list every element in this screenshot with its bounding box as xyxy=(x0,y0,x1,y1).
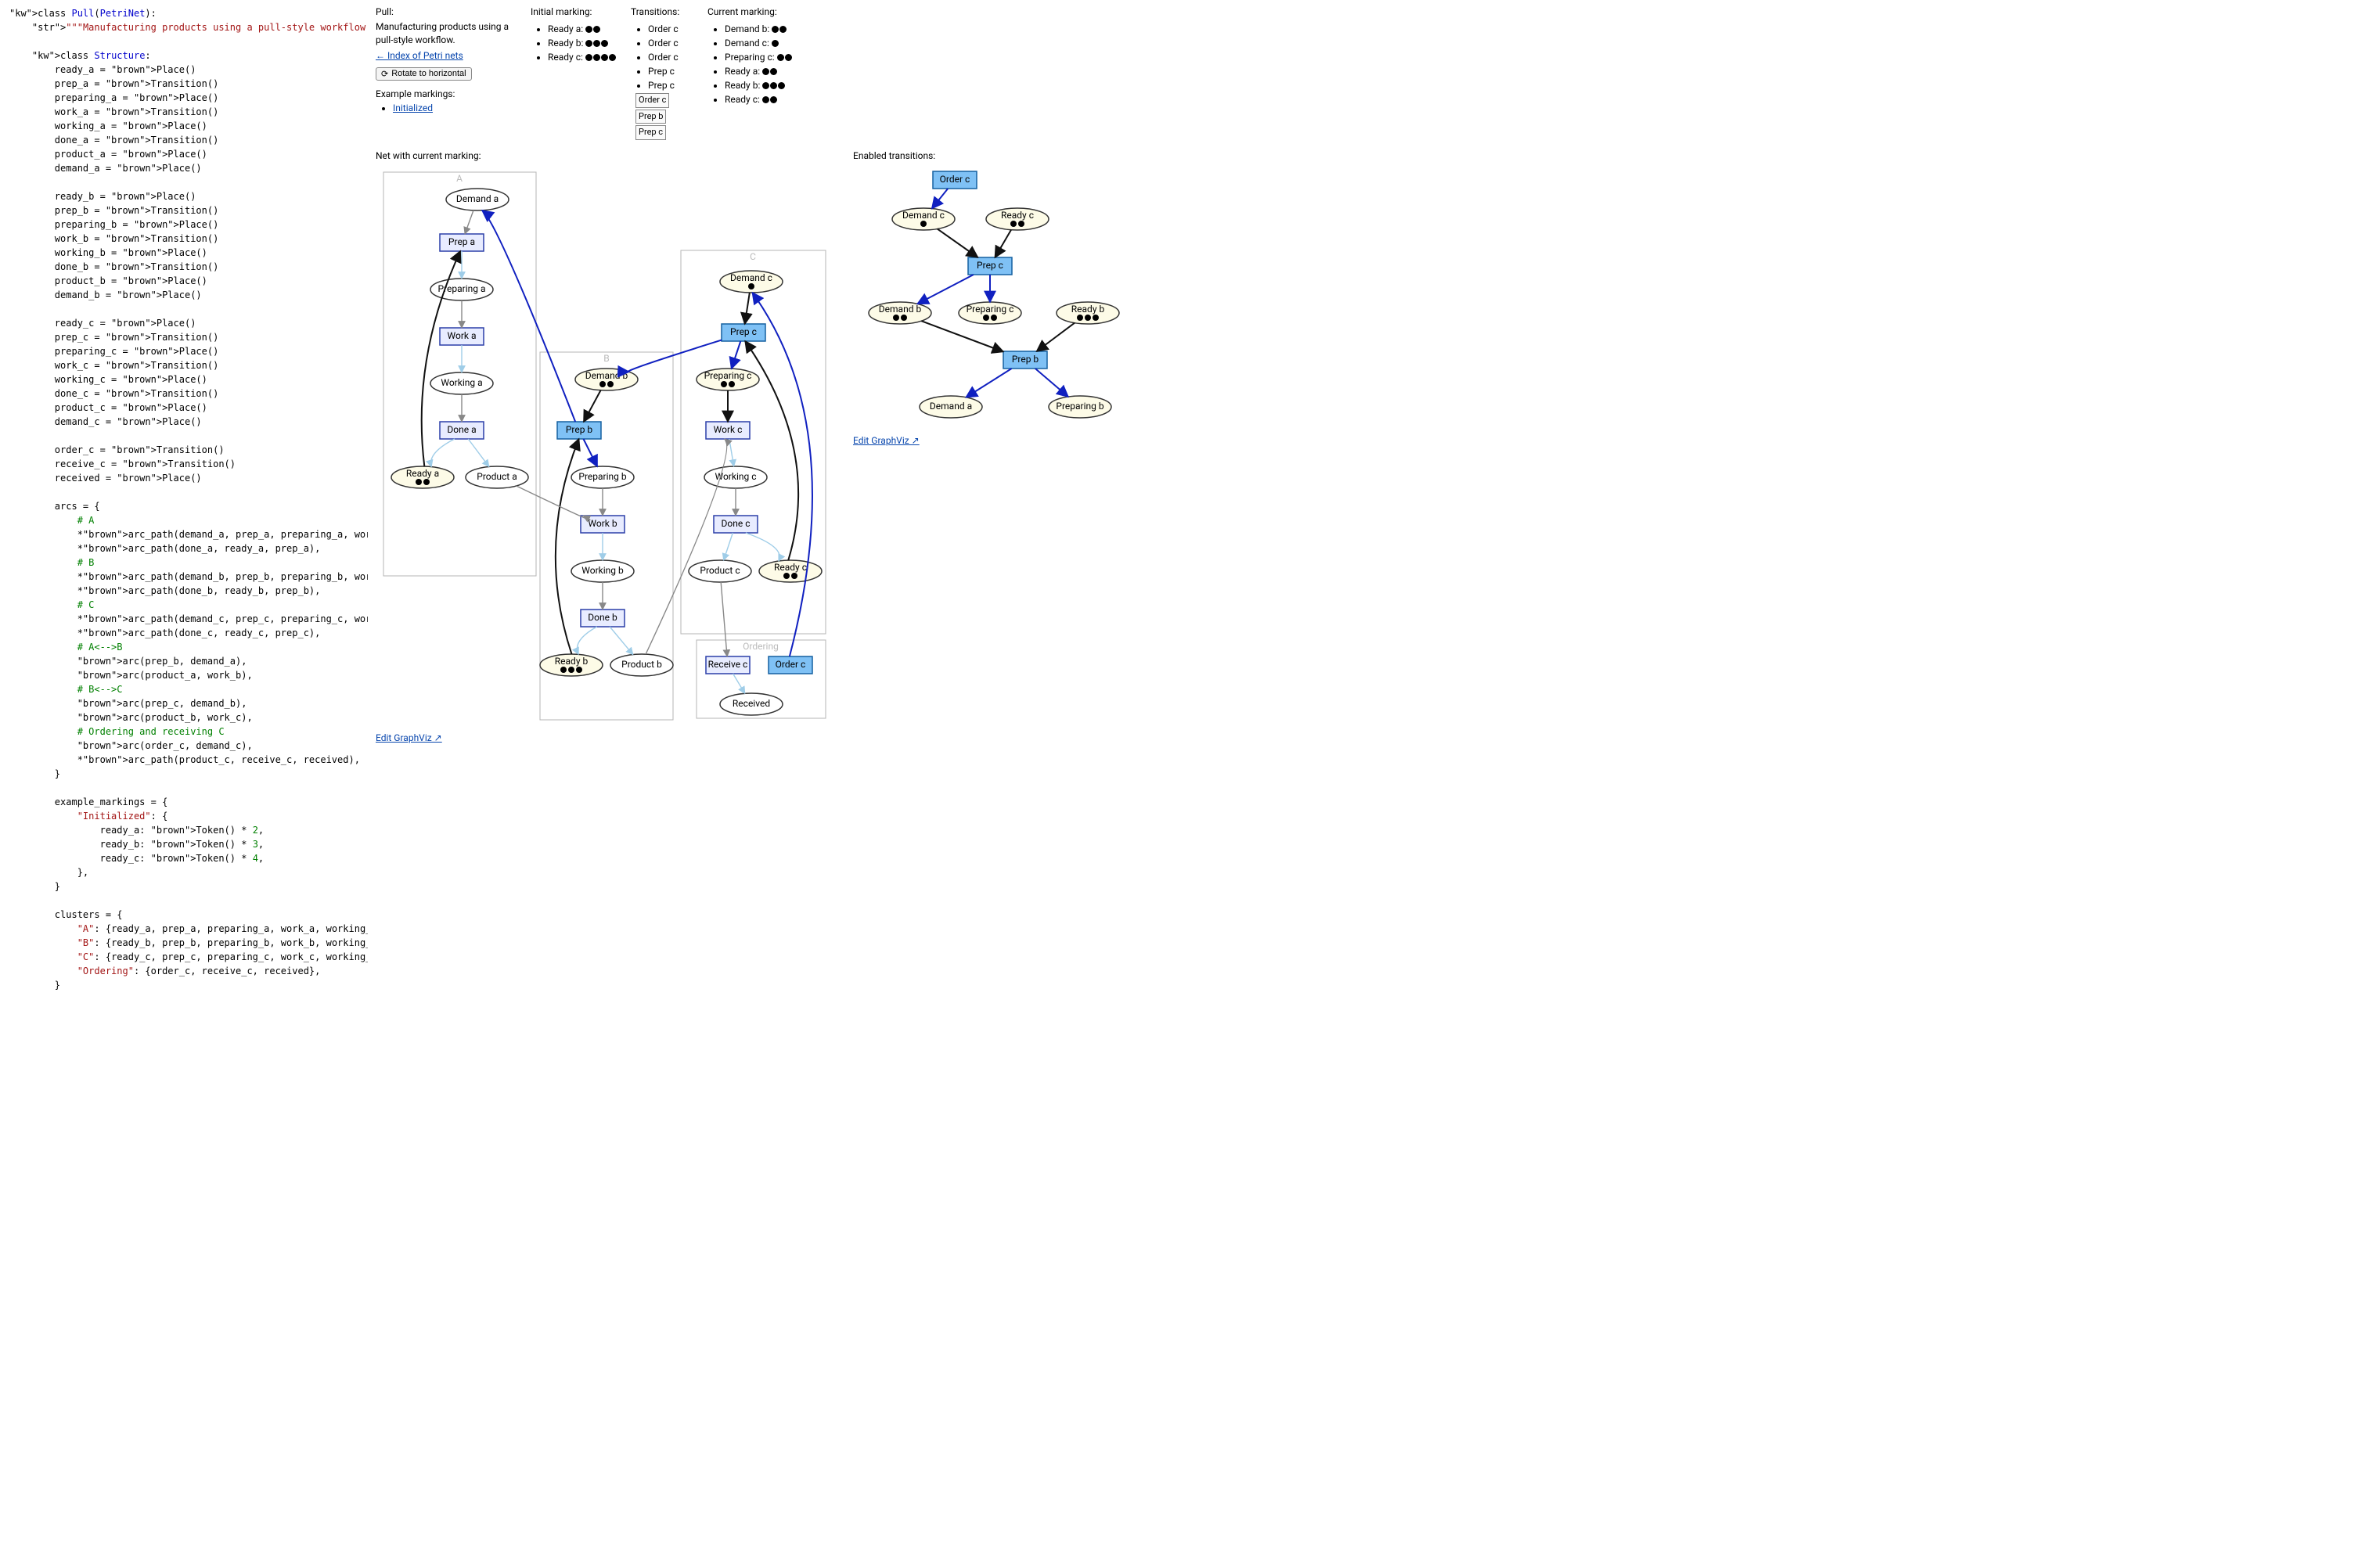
svg-text:Work c: Work c xyxy=(714,424,743,435)
transition-history-item[interactable]: Prep b xyxy=(635,109,693,125)
transition-history-item[interactable]: Prep c xyxy=(648,64,693,78)
description: Manufacturing products using a pull-styl… xyxy=(376,20,517,47)
current-marking-item: Demand c: xyxy=(725,36,794,50)
svg-text:Ready c: Ready c xyxy=(774,562,807,573)
svg-text:Work a: Work a xyxy=(448,330,477,341)
example-markings-heading: Example markings: xyxy=(376,88,517,99)
col-current: Current marking: Demand b: Demand c: Pre… xyxy=(707,6,794,108)
index-link[interactable]: ← Index of Petri nets xyxy=(376,50,463,61)
svg-text:Prep a: Prep a xyxy=(448,236,475,247)
example-marking-item[interactable]: Initialized xyxy=(393,101,517,115)
svg-text:Done a: Done a xyxy=(447,424,476,435)
svg-text:Work b: Work b xyxy=(588,518,617,529)
current-marking-item: Demand b: xyxy=(725,22,794,36)
svg-text:Demand c: Demand c xyxy=(902,210,945,221)
transition-history-item[interactable]: Order c xyxy=(648,36,693,50)
rotate-button-label: Rotate to horizontal xyxy=(391,69,466,78)
svg-text:Ready b: Ready b xyxy=(1071,304,1105,315)
col-transitions: Transitions: Order cOrder cOrder cPrep c… xyxy=(631,6,693,142)
svg-text:Demand b: Demand b xyxy=(879,304,922,315)
initial-marking-item: Ready c: xyxy=(548,50,617,64)
svg-text:Demand a: Demand a xyxy=(930,401,972,412)
svg-text:Done c: Done c xyxy=(722,518,751,529)
svg-text:Demand b: Demand b xyxy=(585,370,628,381)
svg-text:Working c: Working c xyxy=(715,471,757,482)
transition-history-item[interactable]: Order c xyxy=(648,22,693,36)
svg-text:Receive c: Receive c xyxy=(708,659,748,670)
svg-text:Working a: Working a xyxy=(441,377,482,388)
net-column: Net with current marking: A B C Ordering Dem… xyxy=(376,150,837,743)
example-markings-list: Initialized xyxy=(376,101,517,115)
heading-current: Current marking: xyxy=(707,6,794,17)
transition-history-item[interactable]: Prep c xyxy=(635,124,693,141)
svg-text:Order c: Order c xyxy=(776,659,806,670)
svg-text:Ordering: Ordering xyxy=(743,641,779,652)
col-pull: Pull: Manufacturing products using a pul… xyxy=(376,6,517,117)
edit-graphviz-enabled[interactable]: Edit GraphViz ↗ xyxy=(853,435,1135,446)
diagrams-row: Net with current marking: A B C Ordering Dem… xyxy=(376,150,2368,743)
svg-text:Ready a: Ready a xyxy=(406,468,439,479)
current-marking-list: Demand b: Demand c: Preparing c: Ready a… xyxy=(707,22,794,106)
svg-text:Prep b: Prep b xyxy=(566,424,593,435)
enabled-svg: Order c Demand c Ready c Prep c Demand b Prep… xyxy=(853,164,1135,430)
transitions-list: Order cOrder cOrder cPrep cPrep cOrder c… xyxy=(631,22,693,141)
example-markings: Example markings: Initialized xyxy=(376,88,517,117)
svg-text:Working b: Working b xyxy=(581,565,624,576)
initial-marking-item: Ready a: xyxy=(548,22,617,36)
current-marking-item: Preparing c: xyxy=(725,50,794,64)
svg-text:C: C xyxy=(750,251,756,262)
svg-text:Done b: Done b xyxy=(588,612,617,623)
heading-pull: Pull: xyxy=(376,6,517,17)
info-pane: Pull: Manufacturing products using a pul… xyxy=(368,0,2376,998)
svg-text:B: B xyxy=(603,353,609,364)
col-initial: Initial marking: Ready a: Ready b: Ready… xyxy=(531,6,617,66)
transition-history-item[interactable]: Order c xyxy=(635,92,693,109)
svg-text:Product b: Product b xyxy=(621,659,662,670)
info-top-row: Pull: Manufacturing products using a pul… xyxy=(376,6,2368,142)
svg-text:Preparing b: Preparing b xyxy=(1056,401,1103,412)
svg-text:A: A xyxy=(456,173,463,184)
initial-marking-list: Ready a: Ready b: Ready c: xyxy=(531,22,617,64)
svg-text:Prep c: Prep c xyxy=(977,260,1003,271)
transition-history-item[interactable]: Prep c xyxy=(648,78,693,92)
initial-marking-item: Ready b: xyxy=(548,36,617,50)
heading-net: Net with current marking: xyxy=(376,150,837,161)
current-marking-item: Ready b: xyxy=(725,78,794,92)
svg-text:Preparing c: Preparing c xyxy=(704,370,752,381)
svg-text:Demand c: Demand c xyxy=(730,272,772,283)
svg-text:Prep b: Prep b xyxy=(1012,354,1039,365)
edit-graphviz-net[interactable]: Edit GraphViz ↗ xyxy=(376,732,837,743)
svg-text:Product c: Product c xyxy=(700,565,740,576)
code-pane: "kw">class Pull(PetriNet): "str">"""Manu… xyxy=(0,0,368,998)
enabled-column: Enabled transitions: Order c Demand c Read… xyxy=(853,150,1135,446)
svg-text:Prep c: Prep c xyxy=(730,326,757,337)
svg-text:Product a: Product a xyxy=(477,471,517,482)
svg-text:Ready b: Ready b xyxy=(555,656,589,667)
heading-initial: Initial marking: xyxy=(531,6,617,17)
current-marking-item: Ready a: xyxy=(725,64,794,78)
heading-transitions: Transitions: xyxy=(631,6,693,17)
svg-text:Order c: Order c xyxy=(940,174,970,185)
svg-text:Ready c: Ready c xyxy=(1001,210,1034,221)
svg-text:Preparing b: Preparing b xyxy=(578,471,626,482)
rotate-button[interactable]: ⟳ Rotate to horizontal xyxy=(376,67,472,81)
svg-text:Received: Received xyxy=(733,698,770,709)
heading-enabled: Enabled transitions: xyxy=(853,150,1135,161)
rotate-icon: ⟳ xyxy=(381,69,388,79)
current-marking-item: Ready c: xyxy=(725,92,794,106)
svg-text:Demand a: Demand a xyxy=(456,193,499,204)
transition-history-item[interactable]: Order c xyxy=(648,50,693,64)
net-svg: ABCOrderingDemand aPrep aPreparing aWork… xyxy=(376,164,837,728)
svg-text:Preparing c: Preparing c xyxy=(967,304,1014,315)
